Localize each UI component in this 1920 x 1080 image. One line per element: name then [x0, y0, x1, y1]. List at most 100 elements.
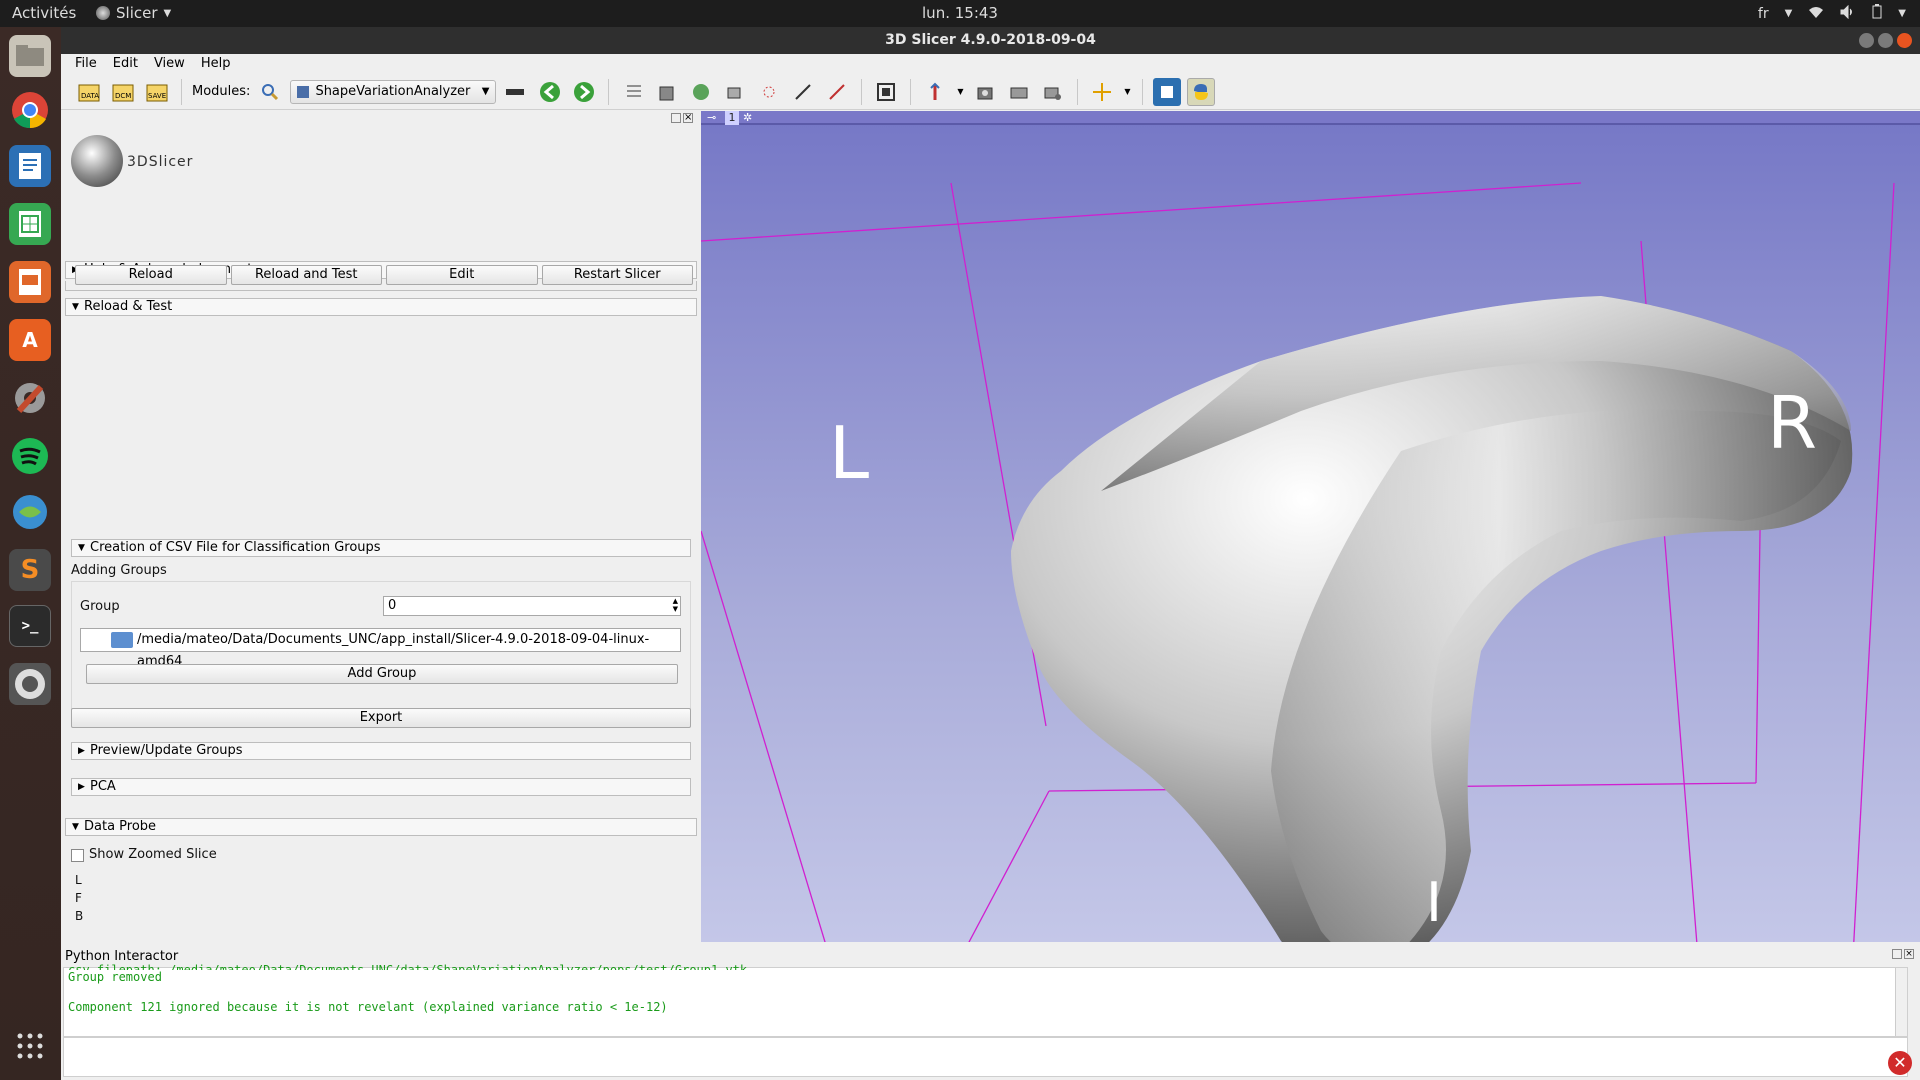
chevron-down-icon[interactable]: ▼: [1122, 78, 1132, 106]
export-button[interactable]: Export: [71, 708, 691, 728]
chevron-down-icon[interactable]: ▼: [955, 78, 965, 106]
svg-text:DATA: DATA: [81, 92, 99, 100]
module-panel: × 3DSlicer ▶ Help & Acknowledgement ▼ Re…: [61, 111, 701, 1001]
crosshair-arrow-icon[interactable]: [921, 78, 949, 106]
module-selector[interactable]: ShapeVariationAnalyzer ▼: [290, 79, 497, 104]
minimize-button[interactable]: [1859, 33, 1874, 48]
segment-editor-icon[interactable]: [789, 78, 817, 106]
console-scrollbar[interactable]: [1895, 968, 1907, 1036]
load-dicom-button[interactable]: DCM: [109, 78, 137, 106]
app-menu[interactable]: Slicer ▼: [96, 4, 171, 22]
data-module-icon[interactable]: [619, 78, 647, 106]
activities-button[interactable]: Activités: [12, 4, 76, 22]
restart-slicer-button[interactable]: Restart Slicer: [541, 265, 693, 285]
module-history-button[interactable]: [502, 78, 530, 106]
reload-test-section[interactable]: ▼ Reload & Test: [65, 298, 697, 316]
load-data-button[interactable]: DATA: [75, 78, 103, 106]
network-icon[interactable]: [9, 491, 51, 533]
clock[interactable]: lun. 15:43: [0, 4, 1920, 22]
svg-text:DCM: DCM: [115, 92, 131, 100]
close-icon[interactable]: ×: [1904, 949, 1914, 959]
module-search-icon[interactable]: [256, 78, 284, 106]
logo-text: 3DSlicer: [127, 154, 194, 170]
screenshot-icon[interactable]: [971, 78, 999, 106]
collapse-arrow-icon: ▼: [78, 543, 85, 553]
menu-view[interactable]: View: [148, 54, 191, 74]
add-group-button[interactable]: Add Group: [86, 664, 678, 684]
edit-button[interactable]: Edit: [386, 265, 538, 285]
console-output[interactable]: csv filepath: /media/mateo/Data/Document…: [63, 964, 1908, 1037]
settings-icon[interactable]: [9, 377, 51, 419]
toolbar-separator: [1142, 78, 1144, 105]
transforms-module-icon[interactable]: [721, 78, 749, 106]
extension-manager-icon[interactable]: [1153, 77, 1182, 106]
spotify-icon[interactable]: [9, 435, 51, 477]
markups-module-icon[interactable]: [755, 78, 783, 106]
python-console-icon[interactable]: [1187, 77, 1216, 106]
show-apps-icon[interactable]: [9, 1025, 51, 1067]
save-button[interactable]: SAVE: [143, 78, 171, 106]
close-icon[interactable]: ×: [683, 113, 693, 123]
volume-icon: [1840, 4, 1856, 23]
language-indicator[interactable]: fr: [1758, 6, 1769, 22]
csv-creation-section[interactable]: ▼ Creation of CSV File for Classificatio…: [71, 539, 691, 557]
console-input[interactable]: [63, 1037, 1908, 1077]
chevron-down-icon: ▼: [163, 7, 172, 19]
software-center-icon[interactable]: A: [9, 319, 51, 361]
orientation-left-label: L: [829, 411, 870, 495]
directory-button[interactable]: /media/mateo/Data/Documents_UNC/app_inst…: [80, 628, 681, 669]
adding-groups-title: Adding Groups: [71, 563, 167, 578]
undock-icon[interactable]: [1892, 949, 1902, 959]
reload-button[interactable]: Reload: [75, 265, 227, 285]
console-controls: ×: [1892, 949, 1914, 959]
folder-icon: [111, 632, 133, 648]
window-title: 3D Slicer 4.9.0-2018-09-04: [885, 32, 1096, 48]
sublime-text-icon[interactable]: S: [9, 549, 51, 591]
chrome-icon[interactable]: [9, 89, 51, 131]
crosshair-icon[interactable]: [1088, 78, 1116, 106]
models-module-icon[interactable]: [687, 78, 715, 106]
3d-view[interactable]: ⊸ 1 ✲ L R I: [701, 111, 1920, 942]
slicer-app-icon: [96, 6, 110, 20]
volumes-module-icon[interactable]: [653, 78, 681, 106]
toolbar: DATA DCM SAVE Modules: ShapeVariationAna…: [61, 74, 1920, 110]
layout-icon[interactable]: [872, 78, 900, 106]
menu-help[interactable]: Help: [195, 54, 237, 74]
section-title: Reload & Test: [84, 299, 173, 314]
svg-text:SAVE: SAVE: [148, 92, 166, 100]
slicer-icon[interactable]: [9, 663, 51, 705]
writer-icon[interactable]: [9, 145, 51, 187]
expand-arrow-icon: ▶: [78, 746, 85, 756]
undock-icon[interactable]: [671, 113, 681, 123]
error-log-icon[interactable]: ✕: [1888, 1051, 1912, 1075]
pca-section[interactable]: ▶ PCA: [71, 778, 691, 796]
window-title-bar[interactable]: 3D Slicer 4.9.0-2018-09-04: [61, 27, 1920, 54]
scene-view-settings-icon[interactable]: [1039, 78, 1067, 106]
section-title: Data Probe: [84, 819, 157, 834]
module-selector-value: ShapeVariationAnalyzer: [315, 84, 471, 99]
spin-arrows-icon[interactable]: ▲ ▼: [673, 597, 678, 613]
calc-icon[interactable]: [9, 203, 51, 245]
forward-arrow-icon[interactable]: [570, 78, 598, 106]
show-zoomed-slice-checkbox[interactable]: [71, 849, 84, 862]
files-icon[interactable]: [9, 35, 51, 77]
scene-view-icon[interactable]: [1005, 78, 1033, 106]
preview-update-section[interactable]: ▶ Preview/Update Groups: [71, 742, 691, 760]
toolbar-separator: [1077, 78, 1079, 105]
menu-edit[interactable]: Edit: [107, 54, 144, 74]
data-probe-section[interactable]: ▼ Data Probe: [65, 818, 697, 836]
probe-coord-l: L: [75, 873, 82, 887]
editor-module-icon[interactable]: [823, 78, 851, 106]
close-button[interactable]: [1897, 33, 1912, 48]
back-arrow-icon[interactable]: [536, 78, 564, 106]
reload-and-test-button[interactable]: Reload and Test: [230, 265, 382, 285]
expand-arrow-icon: ▶: [78, 782, 85, 792]
menu-file[interactable]: File: [69, 54, 103, 74]
python-interactor-title: Python Interactor: [65, 949, 179, 964]
terminal-icon[interactable]: >_: [9, 605, 51, 647]
group-spinbox[interactable]: 0 ▲ ▼: [383, 596, 681, 616]
impress-icon[interactable]: [9, 261, 51, 303]
system-tray[interactable]: fr ▼ ▼: [1758, 4, 1906, 23]
maximize-button[interactable]: [1878, 33, 1893, 48]
